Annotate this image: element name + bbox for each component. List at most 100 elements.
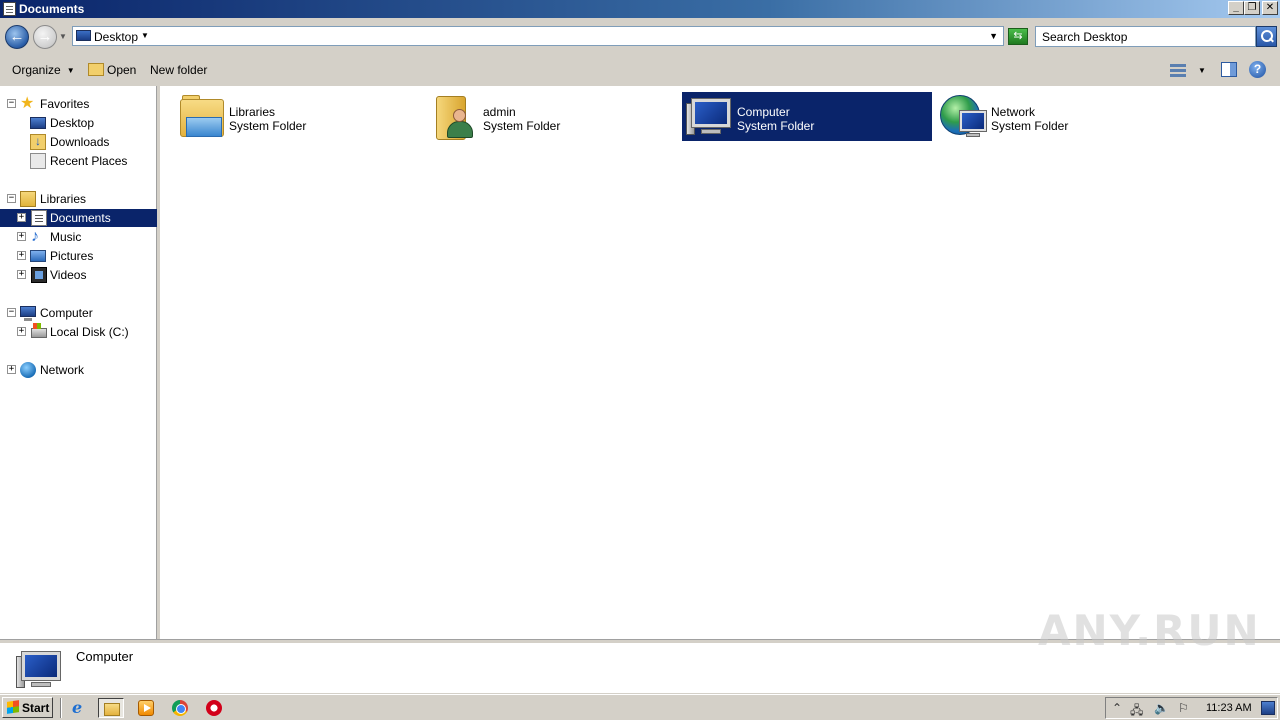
nav-favorites[interactable]: − ★ Favorites bbox=[0, 95, 157, 113]
forward-arrow-icon: → bbox=[37, 28, 53, 45]
address-history-dropdown[interactable]: ▼ bbox=[989, 31, 998, 41]
nav-item-label: Recent Places bbox=[50, 154, 128, 168]
network-icon bbox=[940, 93, 988, 141]
start-button[interactable]: Start bbox=[2, 697, 53, 718]
nav-item-local-disk[interactable]: + Local Disk (C:) bbox=[0, 323, 157, 341]
desktop-icon bbox=[76, 30, 91, 41]
taskbar-media-player[interactable] bbox=[133, 698, 159, 718]
item-type: System Folder bbox=[991, 119, 1069, 133]
computer-icon bbox=[686, 93, 734, 141]
clock[interactable]: 11:23 AM bbox=[1206, 702, 1252, 714]
volume-icon[interactable]: 🔈 bbox=[1154, 701, 1169, 715]
nav-item-label: Documents bbox=[50, 211, 111, 225]
user-folder-icon bbox=[432, 93, 480, 141]
preview-pane-icon[interactable] bbox=[1221, 62, 1237, 77]
internet-explorer-icon: e bbox=[72, 698, 83, 717]
videos-icon bbox=[31, 267, 47, 283]
view-options-dropdown[interactable]: ▼ bbox=[1198, 66, 1206, 75]
forward-button[interactable]: → bbox=[33, 25, 57, 49]
expand-icon[interactable]: + bbox=[17, 213, 26, 222]
minimize-button[interactable]: _ bbox=[1228, 1, 1244, 15]
opera-icon bbox=[206, 700, 222, 716]
computer-icon bbox=[16, 646, 64, 690]
recent-pages-dropdown[interactable]: ▼ bbox=[59, 32, 67, 41]
media-player-icon bbox=[138, 700, 154, 716]
expand-icon[interactable]: + bbox=[17, 327, 26, 336]
nav-computer[interactable]: − Computer bbox=[0, 304, 157, 322]
show-desktop-button[interactable] bbox=[1261, 701, 1275, 715]
nav-libraries[interactable]: − Libraries bbox=[0, 190, 157, 208]
item-admin[interactable]: admin System Folder bbox=[428, 92, 678, 141]
new-folder-button[interactable]: New folder bbox=[150, 63, 207, 77]
recent-places-icon bbox=[30, 153, 46, 169]
breadcrumb-desktop[interactable]: Desktop bbox=[94, 30, 138, 44]
refresh-button[interactable]: ⇆ bbox=[1008, 28, 1028, 45]
search-input[interactable]: Search Desktop bbox=[1035, 26, 1256, 47]
address-bar[interactable]: Desktop ▼ ▼ bbox=[72, 26, 1004, 46]
taskbar-internet-explorer[interactable]: e bbox=[67, 698, 93, 718]
expand-icon[interactable]: + bbox=[17, 270, 26, 279]
navigation-pane: − ★ Favorites Desktop Downloads Recent P… bbox=[0, 86, 157, 639]
windows-logo-icon bbox=[7, 700, 19, 714]
item-libraries[interactable]: Libraries System Folder bbox=[174, 92, 424, 141]
desktop-icon bbox=[30, 117, 46, 129]
nav-item-pictures[interactable]: + Pictures bbox=[0, 247, 157, 265]
close-button[interactable]: ✕ bbox=[1262, 1, 1278, 15]
documents-icon bbox=[31, 210, 47, 226]
command-bar: Organize ▼ Open New folder ▼ ? bbox=[0, 54, 1280, 86]
item-computer[interactable]: Computer System Folder bbox=[682, 92, 932, 141]
computer-icon bbox=[20, 306, 36, 321]
nav-item-desktop[interactable]: Desktop bbox=[0, 114, 157, 132]
local-disk-icon bbox=[31, 323, 47, 338]
network-icon bbox=[20, 362, 36, 378]
open-folder-icon bbox=[88, 63, 104, 76]
nav-item-recent-places[interactable]: Recent Places bbox=[0, 152, 157, 170]
start-label: Start bbox=[22, 701, 50, 715]
breadcrumb-chevron-icon[interactable]: ▼ bbox=[141, 31, 149, 40]
network-status-icon[interactable]: 🖧 bbox=[1130, 701, 1143, 720]
organize-button[interactable]: Organize ▼ bbox=[12, 63, 75, 77]
show-hidden-icons-icon[interactable]: ⌃ bbox=[1112, 701, 1122, 715]
nav-item-downloads[interactable]: Downloads bbox=[0, 133, 157, 151]
taskbar-chrome[interactable] bbox=[167, 698, 193, 718]
address-bar-row: ← → ▼ Desktop ▼ ▼ ⇆ Search Desktop bbox=[0, 18, 1280, 54]
back-arrow-icon: ← bbox=[9, 28, 25, 45]
item-network[interactable]: Network System Folder bbox=[936, 92, 1186, 141]
collapse-icon[interactable]: − bbox=[7, 308, 16, 317]
back-button[interactable]: ← bbox=[5, 25, 29, 49]
music-icon: ♪ bbox=[31, 228, 39, 245]
organize-label: Organize bbox=[12, 63, 61, 77]
help-icon[interactable]: ? bbox=[1249, 61, 1266, 78]
collapse-icon[interactable]: − bbox=[7, 99, 16, 108]
taskbar-opera[interactable] bbox=[201, 698, 227, 718]
downloads-icon bbox=[30, 134, 46, 150]
nav-computer-label: Computer bbox=[40, 306, 93, 320]
expand-icon[interactable]: + bbox=[7, 365, 16, 374]
open-button[interactable]: Open bbox=[107, 63, 136, 77]
libraries-icon bbox=[20, 191, 36, 207]
item-type: System Folder bbox=[483, 119, 561, 133]
item-type: System Folder bbox=[229, 119, 307, 133]
libraries-folder-icon bbox=[178, 93, 226, 141]
favorites-star-icon: ★ bbox=[20, 95, 35, 112]
nav-item-videos[interactable]: + Videos bbox=[0, 266, 157, 284]
expand-icon[interactable]: + bbox=[17, 232, 26, 241]
nav-item-documents[interactable]: + Documents bbox=[0, 209, 157, 227]
expand-icon[interactable]: + bbox=[17, 251, 26, 260]
nav-item-label: Pictures bbox=[50, 249, 94, 263]
collapse-icon[interactable]: − bbox=[7, 194, 16, 203]
nav-item-label: Videos bbox=[50, 268, 87, 282]
change-view-icon[interactable] bbox=[1170, 63, 1186, 77]
taskbar-separator bbox=[60, 698, 62, 718]
taskbar: Start e ⌃ 🖧 🔈 ⚐ 11:23 AM bbox=[0, 694, 1280, 720]
restore-button[interactable]: ❐ bbox=[1244, 1, 1260, 15]
item-type: System Folder bbox=[737, 119, 815, 133]
nav-item-label: Downloads bbox=[50, 135, 110, 149]
refresh-icon: ⇆ bbox=[1013, 30, 1023, 42]
search-button[interactable] bbox=[1256, 26, 1277, 47]
nav-network[interactable]: + Network bbox=[0, 361, 157, 379]
nav-item-label: Desktop bbox=[50, 116, 95, 130]
action-center-flag-icon[interactable]: ⚐ bbox=[1178, 701, 1189, 715]
nav-item-music[interactable]: + ♪ Music bbox=[0, 228, 157, 246]
taskbar-windows-explorer[interactable] bbox=[98, 698, 124, 718]
